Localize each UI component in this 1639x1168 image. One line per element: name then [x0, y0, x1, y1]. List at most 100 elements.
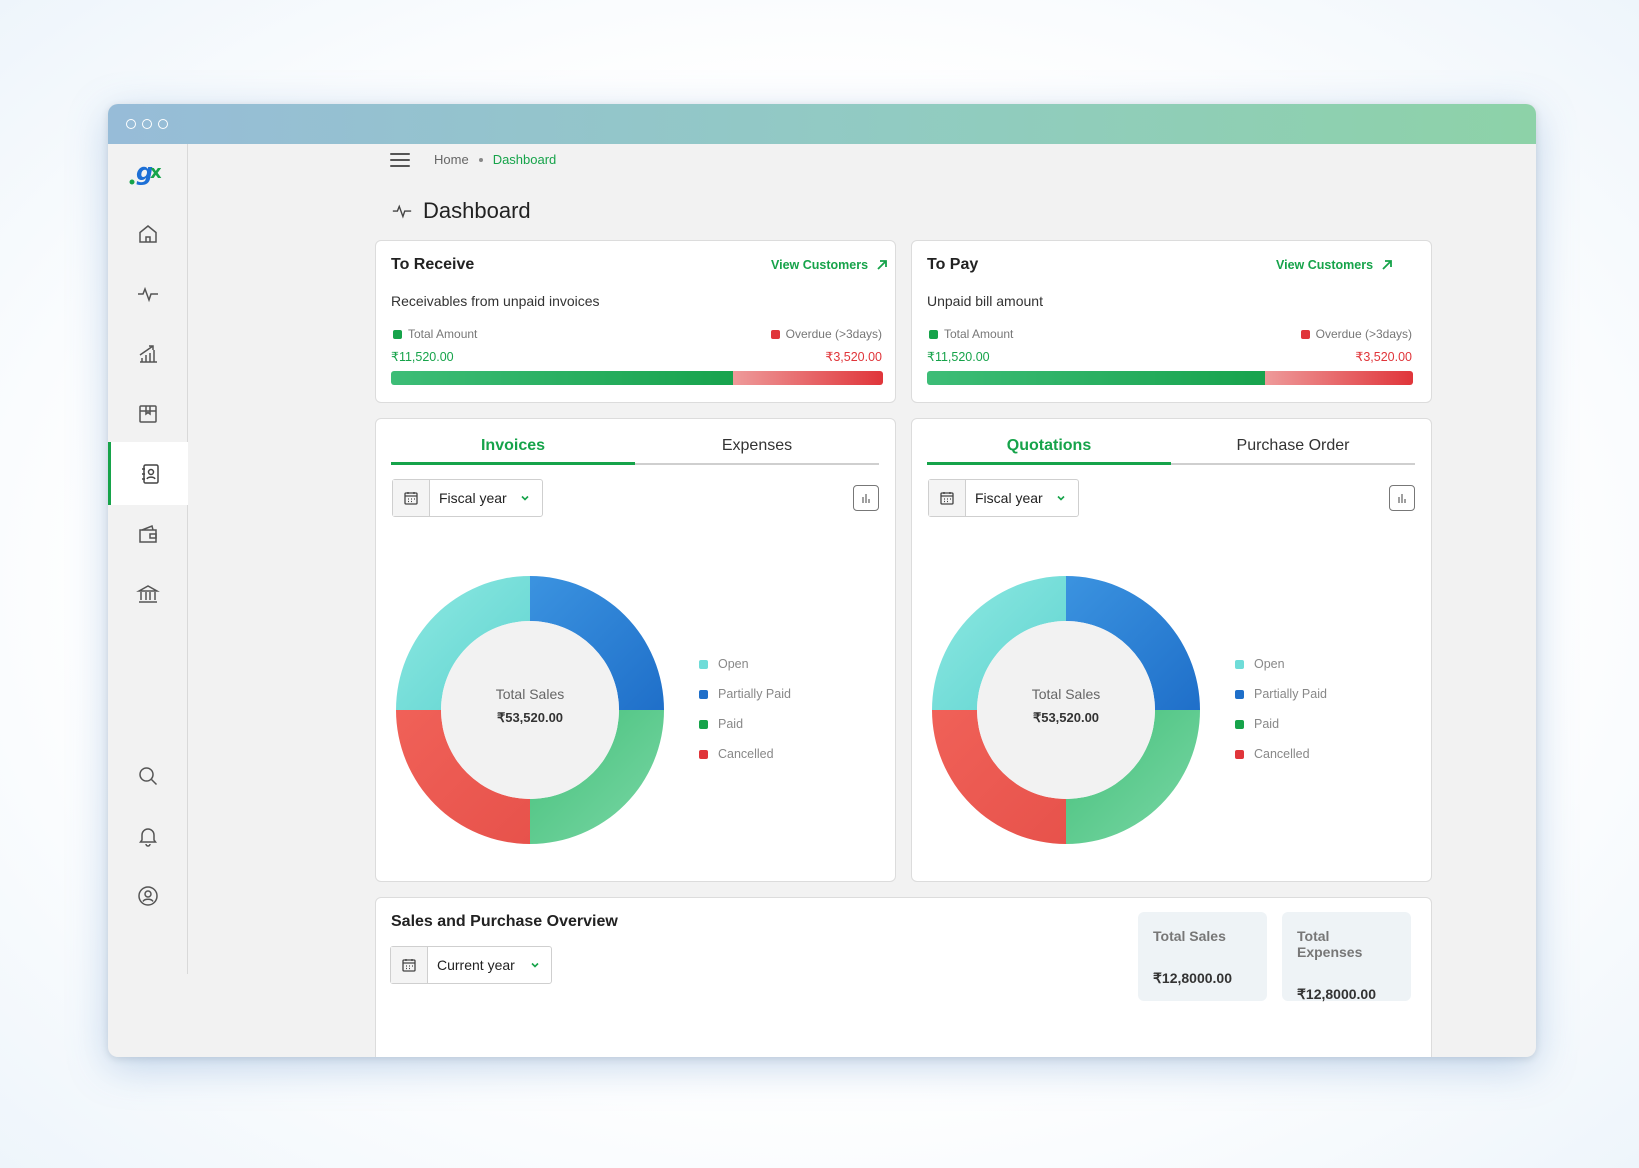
total-expenses-stat: Total Expenses ₹12,8000.00	[1282, 912, 1411, 1002]
legend-swatch	[1300, 329, 1310, 339]
app-window: g x Home Dashboard Dashboard To Receive …	[108, 104, 1536, 1057]
legend-label: Open	[718, 657, 749, 671]
legend-swatch	[1235, 749, 1244, 759]
legend-label: Partially Paid	[1254, 687, 1327, 701]
legend-swatch	[699, 659, 708, 669]
overview-title: Sales and Purchase Overview	[391, 913, 618, 930]
total-amount-value: ₹11,520.00	[391, 350, 454, 364]
bar-chart-toggle-button[interactable]	[853, 485, 879, 511]
paid-portion	[391, 371, 733, 385]
page-title: Dashboard	[423, 198, 531, 223]
sidebar-item-contacts[interactable]	[108, 442, 188, 505]
hamburger-menu-icon[interactable]	[390, 152, 410, 167]
sidebar-item-profile[interactable]	[108, 864, 188, 927]
stat-value: ₹12,8000.00	[1297, 986, 1376, 1002]
sidebar-item-wallet[interactable]	[108, 502, 188, 565]
total-amount-label: Total Amount	[944, 327, 1014, 341]
current-year-select[interactable]: Current year	[390, 946, 552, 984]
overdue-label: Overdue (>3days)	[1315, 327, 1412, 341]
window-maximize-dot[interactable]	[158, 119, 168, 129]
sidebar-item-home[interactable]	[108, 202, 188, 265]
legend-label: Paid	[718, 717, 744, 731]
legend-item-paid: Paid	[699, 709, 791, 739]
overdue-label: Overdue (>3days)	[785, 327, 882, 341]
legend-item-cancelled: Cancelled	[1235, 739, 1327, 769]
page-title-row: Dashboard	[391, 198, 531, 224]
overdue-portion	[732, 371, 883, 385]
legend-item-partially-paid: Partially Paid	[1235, 679, 1327, 709]
bar-chart-icon	[1398, 494, 1406, 503]
tab-expenses[interactable]: Expenses	[635, 433, 879, 463]
total-amount-legend: Total Amount	[929, 327, 1013, 341]
fiscal-year-select[interactable]: Fiscal year	[928, 479, 1079, 517]
window-titlebar	[108, 104, 1536, 144]
tab-purchase-order[interactable]: Purchase Order	[1171, 433, 1415, 463]
sidebar-item-reports[interactable]	[108, 322, 188, 385]
sidebar-item-bank[interactable]	[108, 562, 188, 625]
legend-label: Cancelled	[1254, 747, 1310, 761]
legend-label: Paid	[1254, 717, 1280, 731]
to-receive-card: To Receive View Customers Receivables fr…	[375, 240, 896, 403]
arrow-up-right-icon	[1382, 260, 1392, 270]
activity-icon	[138, 286, 158, 302]
sidebar-item-notifications[interactable]	[108, 804, 188, 867]
purchase-donut-chart	[932, 576, 1200, 844]
paid-portion	[927, 371, 1265, 385]
bank-icon	[136, 584, 160, 603]
legend-label: Partially Paid	[718, 687, 791, 701]
chevron-down-icon	[1055, 492, 1067, 504]
sales-legend: Open Partially Paid Paid Cancelled	[699, 649, 791, 769]
legend-item-open: Open	[699, 649, 791, 679]
receivables-progress-bar	[391, 371, 883, 385]
sales-purchase-overview-card: Sales and Purchase Overview Current year…	[375, 897, 1432, 1057]
card-subtitle: Receivables from unpaid invoices	[391, 293, 600, 309]
total-sales-stat: Total Sales ₹12,8000.00	[1138, 912, 1267, 1001]
chevron-down-icon	[519, 492, 531, 504]
bar-chart-icon	[862, 494, 870, 503]
sidebar-item-search[interactable]	[108, 744, 188, 807]
window-minimize-dot[interactable]	[142, 119, 152, 129]
contacts-icon	[141, 463, 159, 484]
bell-icon	[139, 827, 157, 847]
bar-chart-toggle-button[interactable]	[1389, 485, 1415, 511]
payables-progress-bar	[927, 371, 1413, 385]
breadcrumb-separator	[478, 157, 483, 162]
sidebar-item-activity[interactable]	[108, 262, 188, 325]
legend-swatch	[1235, 659, 1244, 669]
legend-item-partially-paid: Partially Paid	[699, 679, 791, 709]
breadcrumb: Home Dashboard	[390, 152, 556, 167]
legend-swatch	[699, 689, 708, 699]
tab-quotations[interactable]: Quotations	[927, 433, 1171, 465]
sales-status-panel: Invoices Expenses Fiscal year Total Sale…	[375, 418, 896, 882]
activity-icon	[392, 204, 412, 219]
to-pay-card: To Pay View Customers Unpaid bill amount…	[911, 240, 1432, 403]
chart-trend-icon	[139, 344, 157, 363]
legend-swatch	[393, 329, 402, 339]
legend-label: Open	[1254, 657, 1285, 671]
fiscal-year-select[interactable]: Fiscal year	[392, 479, 543, 517]
breadcrumb-current: Dashboard	[492, 152, 557, 167]
overdue-value: ₹3,520.00	[825, 350, 882, 364]
tab-invoices[interactable]: Invoices	[391, 433, 635, 465]
window-close-dot[interactable]	[126, 119, 136, 129]
view-customers-link[interactable]: View Customers	[771, 258, 888, 272]
legend-swatch	[1235, 719, 1244, 729]
donut-hole	[441, 621, 619, 799]
select-value: Fiscal year	[439, 490, 507, 506]
overdue-value: ₹3,520.00	[1355, 350, 1412, 364]
chevron-down-icon	[529, 959, 541, 971]
view-customers-label: View Customers	[1276, 258, 1374, 272]
view-customers-link[interactable]: View Customers	[1276, 258, 1393, 272]
sales-donut-chart	[396, 576, 664, 844]
purchase-status-panel: Quotations Purchase Order Fiscal year To…	[911, 418, 1432, 882]
search-icon	[139, 766, 158, 785]
sidebar-item-inventory[interactable]	[108, 382, 188, 445]
calendar-icon	[929, 480, 966, 516]
legend-item-cancelled: Cancelled	[699, 739, 791, 769]
overdue-legend: Overdue (>3days)	[770, 327, 882, 341]
user-icon	[138, 885, 158, 906]
breadcrumb-home[interactable]: Home	[434, 152, 469, 167]
purchase-tabs: Quotations Purchase Order	[927, 433, 1415, 465]
legend-item-open: Open	[1235, 649, 1327, 679]
card-title: To Receive	[391, 256, 475, 273]
